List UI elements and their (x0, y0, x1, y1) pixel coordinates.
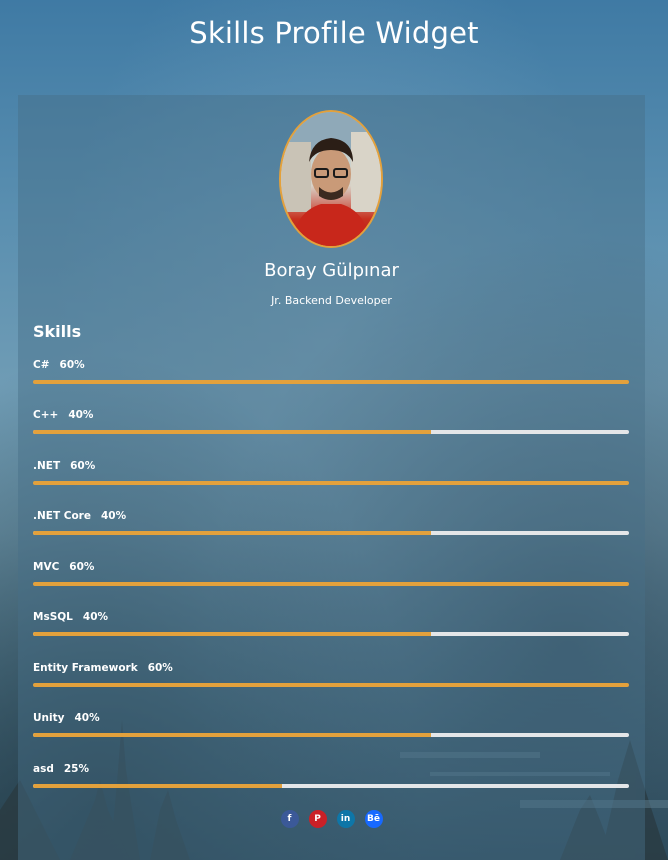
behance-icon[interactable]: Bē (364, 810, 383, 828)
skill-name: C++ (33, 409, 59, 421)
skill-progress-track (33, 481, 629, 485)
skill-item: MsSQL 40% (33, 611, 629, 651)
skill-name: .NET Core (33, 510, 91, 522)
skill-percent: 60% (147, 662, 173, 674)
skill-percent: 60% (59, 359, 85, 371)
skill-item: .NET Core 40% (33, 510, 629, 550)
linkedin-icon[interactable]: in (336, 810, 355, 828)
skill-progress-fill (33, 683, 629, 687)
skill-progress-fill (33, 481, 629, 485)
skill-percent: 40% (74, 712, 100, 724)
skill-item: C# 60% (33, 359, 629, 399)
skill-progress-fill (33, 380, 629, 384)
skill-progress-track (33, 430, 629, 434)
page-title: Skills Profile Widget (189, 16, 479, 50)
skill-percent: 60% (70, 460, 96, 472)
skill-progress-fill (33, 632, 431, 636)
skill-progress-fill (33, 784, 282, 788)
skill-percent: 40% (101, 510, 127, 522)
avatar (279, 110, 383, 248)
skill-percent: 40% (82, 611, 109, 623)
skill-percent: 40% (68, 409, 94, 421)
skill-progress-fill (33, 733, 431, 737)
social-links: f P in Bē (18, 810, 645, 828)
skill-name: MsSQL (33, 611, 73, 623)
skill-progress-track (33, 632, 629, 636)
skill-progress-track (33, 531, 629, 535)
skill-progress-track (33, 733, 629, 737)
skill-item: asd 25% (33, 763, 629, 803)
profile-role: Jr. Backend Developer (271, 294, 392, 307)
skill-progress-track (33, 784, 629, 788)
pinterest-icon[interactable]: P (308, 810, 327, 828)
profile-card: Boray Gülpınar Jr. Backend Developer Ski… (18, 95, 645, 860)
skill-item: Unity 40% (33, 712, 629, 752)
skill-progress-track (33, 380, 629, 384)
facebook-icon[interactable]: f (280, 810, 299, 828)
skill-percent: 60% (69, 561, 95, 573)
skill-percent: 25% (63, 763, 89, 775)
skill-item: Entity Framework 60% (33, 662, 629, 702)
skill-name: Unity (33, 712, 65, 724)
skill-item: C++ 40% (33, 409, 629, 449)
skill-item: MVC 60% (33, 561, 629, 601)
skill-progress-fill (33, 531, 431, 535)
skills-heading: Skills (33, 322, 82, 341)
skill-progress-fill (33, 430, 431, 434)
skill-name: MVC (33, 561, 60, 573)
skill-item: .NET 60% (33, 460, 629, 500)
profile-name: Boray Gülpınar (264, 260, 399, 281)
skill-progress-fill (33, 582, 629, 586)
skill-progress-track (33, 582, 629, 586)
skill-name: .NET (33, 460, 61, 472)
skill-progress-track (33, 683, 629, 687)
skill-name: Entity Framework (33, 662, 138, 674)
skill-name: C# (33, 359, 50, 371)
skill-name: asd (33, 763, 54, 775)
